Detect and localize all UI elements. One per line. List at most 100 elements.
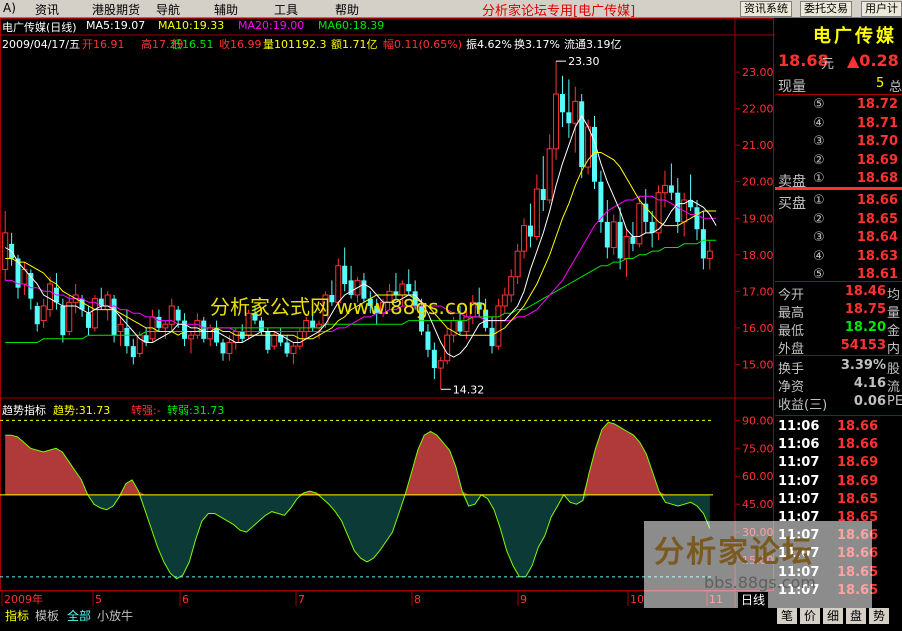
book-price: 18.65 — [856, 211, 898, 227]
current-volume: 5 — [876, 76, 885, 91]
candle-body — [521, 225, 528, 252]
tab-book[interactable]: 盘 — [846, 608, 866, 624]
tab-price[interactable]: 价 — [800, 608, 820, 624]
candle-body — [661, 184, 668, 194]
stat-row: 最高 18.75 量 — [775, 302, 902, 321]
menu-item-help[interactable]: 帮助 — [335, 1, 359, 18]
bar-low: 低16.51 — [171, 38, 214, 51]
stock-title: 电广传媒(日线) — [2, 21, 77, 34]
candle-body — [34, 305, 40, 325]
candle-body — [457, 320, 463, 332]
tab-strokes[interactable]: 笔 — [777, 608, 797, 624]
y-tick-label: 16.00 — [742, 322, 774, 335]
candle-body — [649, 221, 655, 233]
book-level-index: ⑤ — [813, 97, 825, 112]
candle-body — [495, 305, 502, 347]
book-level: 卖盘 ① 18.68 — [775, 171, 902, 190]
watermark-url: bbs.88gs.com — [704, 573, 816, 592]
x-tick-label: 9 — [520, 593, 527, 606]
candle-body — [585, 126, 592, 168]
candle-body — [501, 294, 508, 307]
stat-suffix: 均 — [887, 288, 901, 303]
candle-body — [566, 112, 572, 124]
menu-item-hk-futures[interactable]: 港股期货 — [92, 1, 140, 18]
news-system-button[interactable]: 资讯系统 — [740, 1, 792, 17]
candle-body — [540, 189, 546, 200]
forum-brand: 分析家论坛专用[电广传媒] — [482, 0, 635, 19]
book-level: ④ 18.71 — [775, 116, 902, 133]
book-level-index: ④ — [813, 115, 825, 131]
bar-date: 2009/04/17/五 — [2, 38, 81, 51]
menu-item-news[interactable]: 资讯 — [35, 1, 59, 18]
book-level-index: ④ — [813, 248, 825, 264]
candle-body — [444, 334, 451, 362]
candle-body — [303, 320, 310, 333]
book-level: ② 18.65 — [775, 212, 902, 229]
stat-row: 换手 3.39% 股 — [775, 358, 902, 377]
tick-time: 11:06 — [778, 419, 820, 434]
separator — [775, 355, 902, 356]
x-tick-label: 6 — [182, 593, 189, 606]
candle-body — [130, 346, 136, 358]
candle-body — [425, 331, 431, 350]
tick-row[interactable]: 11:06 18.66 — [775, 419, 902, 436]
tick-row[interactable]: 11:06 18.66 — [775, 437, 902, 454]
tab-xiaofangniu[interactable]: 小放牛 — [94, 608, 136, 624]
bar-change: 幅0.11(0.65%) — [383, 38, 463, 51]
tick-time: 11:06 — [778, 437, 820, 453]
bar-amount: 额1.71亿 — [331, 38, 378, 51]
candle-body — [437, 360, 444, 369]
candle-body — [527, 225, 533, 237]
period-label[interactable]: 日线 — [738, 592, 769, 608]
tab-all[interactable]: 全部 — [64, 608, 94, 624]
candle-body — [40, 305, 47, 322]
candle-body — [643, 203, 649, 222]
ma60-label: MA60:18.39 — [318, 19, 385, 32]
min-price-label: 14.32 — [453, 383, 485, 396]
y-tick-label: 18.00 — [742, 249, 774, 262]
y-tick-label: 15.00 — [742, 358, 774, 371]
candle-body — [604, 221, 610, 248]
menu-item-assist[interactable]: 辅助 — [214, 1, 238, 18]
order-trade-button[interactable]: 委托交易 — [800, 1, 852, 17]
user-button[interactable]: 用户计 — [861, 1, 902, 17]
tab-trend[interactable]: 势 — [869, 608, 889, 624]
forum-brand-stock: [电广传媒] — [573, 4, 636, 19]
book-price: 18.64 — [856, 230, 898, 245]
tick-row[interactable]: 11:07 18.65 — [775, 492, 902, 509]
candle-body — [207, 327, 214, 340]
bar-volume: 量101192.3 — [263, 38, 327, 51]
candle-body — [156, 316, 162, 328]
x-tick-label: 5 — [95, 593, 102, 606]
y-tick-label: 23.00 — [742, 66, 774, 79]
tab-indicator[interactable]: 指标 — [2, 608, 32, 624]
book-level-index: ① — [813, 171, 825, 186]
tick-row[interactable]: 11:07 18.69 — [775, 455, 902, 472]
tab-detail[interactable]: 细 — [823, 608, 843, 624]
menu-item-a[interactable]: A) — [3, 1, 16, 15]
candle-body — [79, 298, 85, 310]
candle-body — [514, 250, 521, 278]
bar-amplitude: 振4.62% — [466, 38, 512, 51]
tick-row[interactable]: 11:07 18.69 — [775, 474, 902, 491]
candle-body — [630, 236, 636, 244]
candle-body — [617, 221, 623, 259]
tab-template[interactable]: 模板 — [32, 608, 62, 624]
stat-suffix: PE — [887, 394, 902, 409]
stat-label: 最高 — [778, 306, 805, 321]
stat-suffix: 流 — [887, 380, 901, 395]
y-tick-label: 22.00 — [742, 103, 774, 116]
candle-body — [232, 331, 239, 343]
y-tick-label: 19.00 — [742, 212, 774, 225]
stat-value: 4.16 — [853, 376, 886, 391]
candle-body — [533, 188, 540, 238]
menu-item-navigation[interactable]: 导航 — [156, 1, 180, 18]
stat-value: 54153 — [840, 338, 886, 353]
separator — [775, 415, 902, 416]
candle-body — [111, 298, 117, 336]
stat-value: 3.39% — [840, 358, 886, 373]
menu-item-tools[interactable]: 工具 — [274, 1, 298, 18]
book-price: 18.72 — [856, 97, 898, 112]
stat-label: 今开 — [778, 288, 805, 303]
forum-brand-text: 分析家论坛专用 — [482, 4, 574, 19]
